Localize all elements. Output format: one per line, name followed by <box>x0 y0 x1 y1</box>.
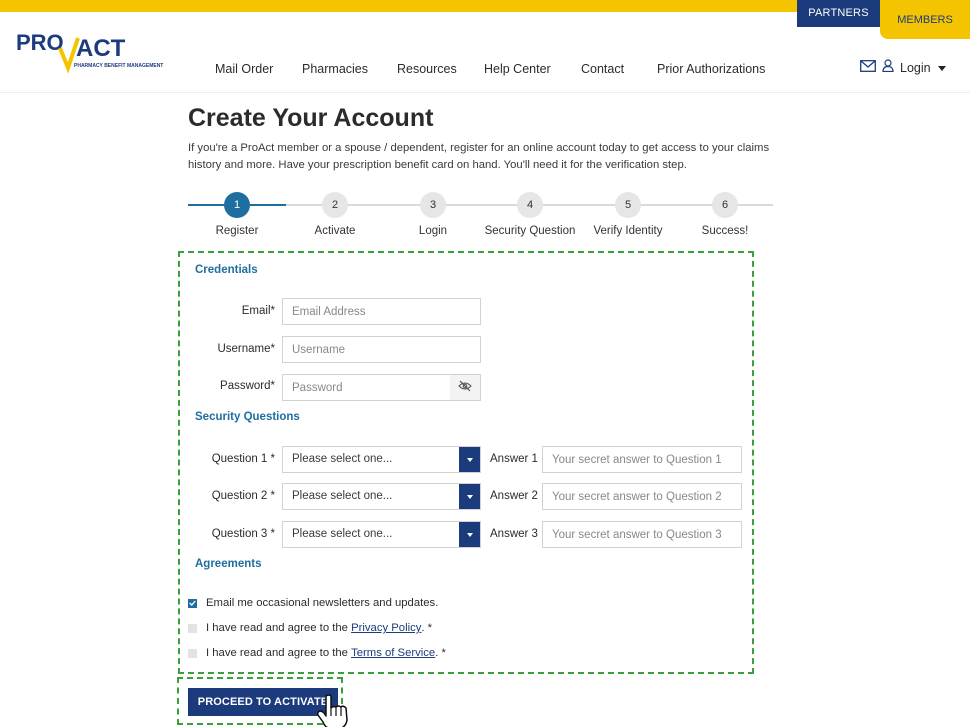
question-1-select[interactable]: Please select one... <box>282 446 481 473</box>
credentials-heading: Credentials <box>195 264 258 276</box>
step-number: 3 <box>420 192 446 218</box>
step-success: 6 Success! <box>675 192 775 238</box>
email-input[interactable] <box>282 298 481 325</box>
answer-1-label: Answer 1 <box>490 453 538 465</box>
password-input[interactable] <box>282 374 451 401</box>
logo-act-text: ACT <box>76 35 126 62</box>
terms-suffix: . * <box>435 647 446 659</box>
terms-option: I have read and agree to the Terms of Se… <box>188 647 446 659</box>
step-label: Success! <box>701 225 749 237</box>
toggle-password-visibility[interactable] <box>450 374 481 401</box>
login-dropdown[interactable]: Login <box>900 61 946 75</box>
select-arrow-icon <box>459 484 480 509</box>
select-arrow-icon <box>459 447 480 472</box>
user-icon <box>882 59 894 77</box>
answer-1-input[interactable] <box>542 446 742 473</box>
check-icon <box>189 600 196 606</box>
question-3-selected: Please select one... <box>292 528 393 540</box>
step-label: Verify Identity <box>593 225 663 237</box>
partners-tab[interactable]: PARTNERS <box>797 0 880 27</box>
newsletter-checkbox[interactable] <box>188 598 197 608</box>
hand-cursor-icon <box>317 694 348 727</box>
nav-pharmacies[interactable]: Pharmacies <box>302 62 368 76</box>
select-arrow-icon <box>459 522 480 547</box>
nav-help-center[interactable]: Help Center <box>484 62 551 76</box>
step-activate: 2 Activate <box>285 192 385 238</box>
privacy-option: I have read and agree to the Privacy Pol… <box>188 622 432 634</box>
step-number: 6 <box>712 192 738 218</box>
step-number: 5 <box>615 192 641 218</box>
answer-3-label: Answer 3 <box>490 528 538 540</box>
step-verify-identity: 5 Verify Identity <box>578 192 678 238</box>
terms-prefix: I have read and agree to the <box>206 647 352 659</box>
answer-3-input[interactable] <box>542 521 742 548</box>
question-2-label: Question 2 * <box>211 490 275 502</box>
password-label: Password* <box>220 380 275 392</box>
step-register: 1 Register <box>187 192 287 238</box>
username-input[interactable] <box>282 336 481 363</box>
chevron-down-icon <box>937 65 946 71</box>
privacy-policy-link[interactable]: Privacy Policy <box>351 622 421 634</box>
question-2-select[interactable]: Please select one... <box>282 483 481 510</box>
question-2-selected: Please select one... <box>292 490 393 502</box>
step-number: 1 <box>224 192 250 218</box>
step-label: Register <box>215 225 259 237</box>
question-3-select[interactable]: Please select one... <box>282 521 481 548</box>
logo-pro-text: PRO <box>16 30 64 55</box>
security-questions-heading: Security Questions <box>195 411 300 423</box>
privacy-checkbox[interactable] <box>188 623 197 633</box>
step-number: 2 <box>322 192 348 218</box>
question-1-label: Question 1 * <box>211 453 275 465</box>
header-divider <box>0 92 970 93</box>
step-login: 3 Login <box>383 192 483 238</box>
nav-mail-order[interactable]: Mail Order <box>215 62 273 76</box>
step-security-question: 4 Security Question <box>480 192 580 238</box>
header-actions: Login <box>860 59 946 77</box>
terms-of-service-link[interactable]: Terms of Service <box>351 647 435 659</box>
nav-prior-authorizations[interactable]: Prior Authorizations <box>657 62 765 76</box>
step-label: Login <box>418 225 448 237</box>
main-nav: Mail Order Pharmacies Resources Help Cen… <box>0 62 970 78</box>
nav-contact[interactable]: Contact <box>581 62 624 76</box>
answer-2-input[interactable] <box>542 483 742 510</box>
question-1-selected: Please select one... <box>292 453 393 465</box>
nav-resources[interactable]: Resources <box>397 62 457 76</box>
question-3-label: Question 3 * <box>211 528 275 540</box>
mail-icon[interactable] <box>860 59 876 77</box>
login-label: Login <box>900 61 931 75</box>
newsletter-option: Email me occasional newsletters and upda… <box>188 597 438 609</box>
step-label: Security Question <box>484 225 576 237</box>
step-label: Activate <box>314 225 356 237</box>
newsletter-label: Email me occasional newsletters and upda… <box>206 597 439 609</box>
members-tab[interactable]: MEMBERS <box>880 0 970 39</box>
answer-2-label: Answer 2 <box>490 490 538 502</box>
email-label: Email* <box>241 305 275 317</box>
eye-slash-icon <box>458 379 472 397</box>
terms-checkbox[interactable] <box>188 648 197 658</box>
page-title: Create Your Account <box>188 104 434 132</box>
privacy-suffix: . * <box>421 622 433 634</box>
step-number: 4 <box>517 192 543 218</box>
username-label: Username* <box>217 343 275 355</box>
privacy-prefix: I have read and agree to the <box>206 622 352 634</box>
page-intro: If you're a ProAct member or a spouse / … <box>188 142 770 171</box>
agreements-heading: Agreements <box>195 558 262 570</box>
